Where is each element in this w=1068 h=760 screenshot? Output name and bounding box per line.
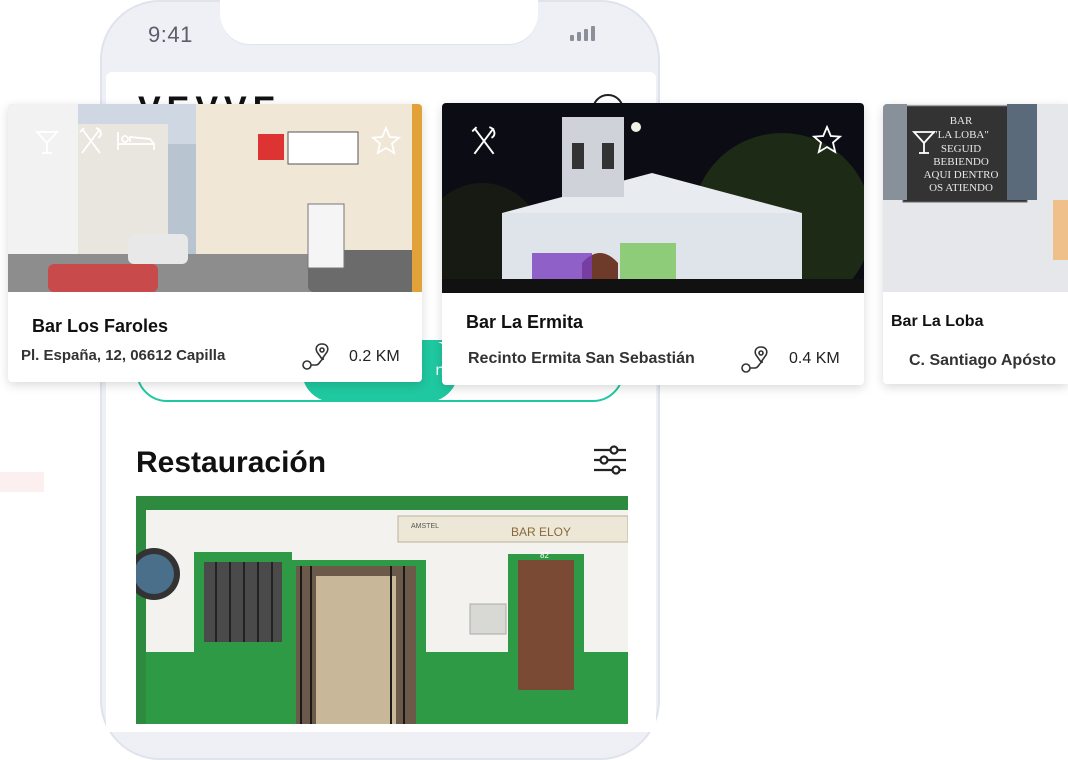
sign-line: BAR [950, 115, 973, 127]
background-artifact [0, 472, 44, 492]
restaurant-photo[interactable]: AMSTEL BAR ELOY 82 [136, 496, 628, 724]
cutlery-icon [79, 127, 102, 154]
star-icon[interactable] [371, 126, 401, 156]
route-icon [302, 343, 329, 370]
sign-line: AQUI DENTRO [924, 169, 999, 181]
signal-icon [570, 26, 595, 41]
sign-brand: AMSTEL [411, 523, 439, 530]
sign-line: BEBIENDO [933, 156, 989, 168]
place-photo [8, 104, 422, 292]
place-distance: 0.4 KM [789, 350, 840, 367]
place-address: Recinto Ermita San Sebastián [468, 350, 695, 367]
place-name: Bar La Loba [891, 313, 984, 330]
place-photo [442, 103, 864, 293]
sign-text: BAR ELOY [511, 525, 571, 539]
bed-icon [117, 132, 155, 150]
place-card[interactable]: Bar La Ermita Recinto Ermita San Sebasti… [442, 103, 864, 385]
star-icon[interactable] [812, 125, 842, 155]
sign-line: "LA LOBA" [933, 129, 989, 141]
place-distance: 0.2 KM [349, 348, 400, 365]
place-card[interactable]: BAR "LA LOBA" SEGUID BEBIENDO AQUI DENTR… [883, 104, 1068, 384]
route-icon [741, 346, 768, 373]
place-name: Bar La Ermita [466, 312, 584, 332]
cocktail-icon [34, 131, 60, 154]
place-address: C. Santiago Apósto [909, 352, 1056, 369]
place-card[interactable]: Bar Los Faroles Pl. España, 12, 06612 Ca… [8, 104, 422, 382]
place-name: Bar Los Faroles [32, 316, 169, 336]
status-time: 9:41 [148, 22, 193, 47]
filter-sliders-icon[interactable] [592, 442, 628, 478]
sign-line: SEGUID [941, 143, 981, 155]
bar-eloy-facade: AMSTEL BAR ELOY 82 [136, 496, 628, 724]
sign-line: OS ATIENDO [929, 182, 993, 194]
door-number: 82 [540, 551, 549, 560]
page-title: Restauración [136, 446, 327, 479]
place-address: Pl. España, 12, 06612 Capilla [21, 347, 226, 364]
cutlery-icon [471, 126, 496, 155]
cocktail-icon [911, 131, 937, 154]
phone-notch [220, 0, 538, 44]
